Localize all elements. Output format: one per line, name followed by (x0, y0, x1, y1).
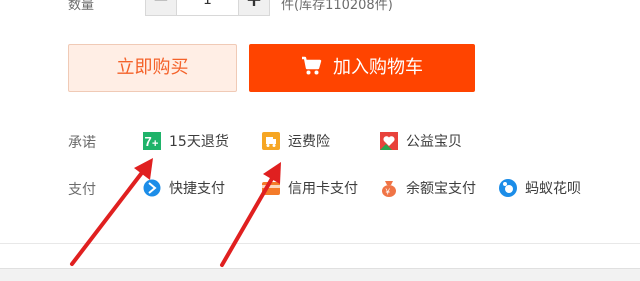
yuebao-bag-icon: ¥ (382, 181, 396, 197)
stock-text: 件(库存110208件) (281, 0, 393, 13)
buy-now-button[interactable]: 立即购买 (68, 44, 237, 92)
shipping-insurance-icon (262, 132, 280, 150)
payment-huabei[interactable]: 蚂蚁花呗 (499, 178, 581, 198)
payment-quick-pay[interactable]: 快捷支付 (143, 178, 225, 198)
payment-label: 支付 (68, 182, 96, 198)
payment-option-label: 余额宝支付 (406, 181, 476, 197)
quantity-input[interactable]: 1 (176, 0, 239, 16)
add-to-cart-button[interactable]: 加入购物车 (249, 44, 475, 92)
section-divider (0, 243, 640, 244)
return-15-days-icon: 7 + (143, 132, 161, 150)
service-label: 15天退货 (169, 134, 229, 150)
huabei-icon (499, 179, 517, 197)
payment-option-label: 蚂蚁花呗 (525, 181, 581, 197)
promise-label: 承诺 (68, 135, 96, 151)
service-charity[interactable]: 公益宝贝 (380, 131, 462, 151)
quantity-decrease-button[interactable]: − (145, 0, 177, 16)
charity-heart-icon (380, 132, 398, 150)
quantity-label: 数量 (68, 0, 95, 13)
service-label: 公益宝贝 (406, 134, 462, 150)
service-label: 运费险 (288, 134, 330, 150)
service-shipping-insurance[interactable]: 运费险 (262, 131, 330, 151)
add-to-cart-label: 加入购物车 (333, 57, 423, 78)
footer-band (0, 268, 640, 281)
payment-credit-card[interactable]: 信用卡支付 (262, 178, 358, 198)
payment-yuebao[interactable]: ¥ 余额宝支付 (380, 178, 476, 198)
svg-text:¥: ¥ (385, 188, 391, 197)
quick-pay-icon (143, 179, 161, 197)
quantity-increase-button[interactable]: + (238, 0, 270, 16)
quantity-row: 数量 − 1 + 件(库存110208件) (0, 0, 640, 16)
svg-text:7: 7 (145, 134, 152, 149)
credit-card-icon (262, 182, 280, 195)
payment-option-label: 快捷支付 (169, 181, 225, 197)
shopping-cart-icon (302, 56, 322, 75)
service-15-day-return[interactable]: 7 + 15天退货 (143, 131, 229, 151)
annotation-arrow-left (70, 158, 153, 266)
svg-text:+: + (152, 138, 158, 150)
payment-option-label: 信用卡支付 (288, 181, 358, 197)
product-purchase-panel: 数量 − 1 + 件(库存110208件) 立即购买 加入购物车 承诺 7 + … (0, 0, 640, 281)
